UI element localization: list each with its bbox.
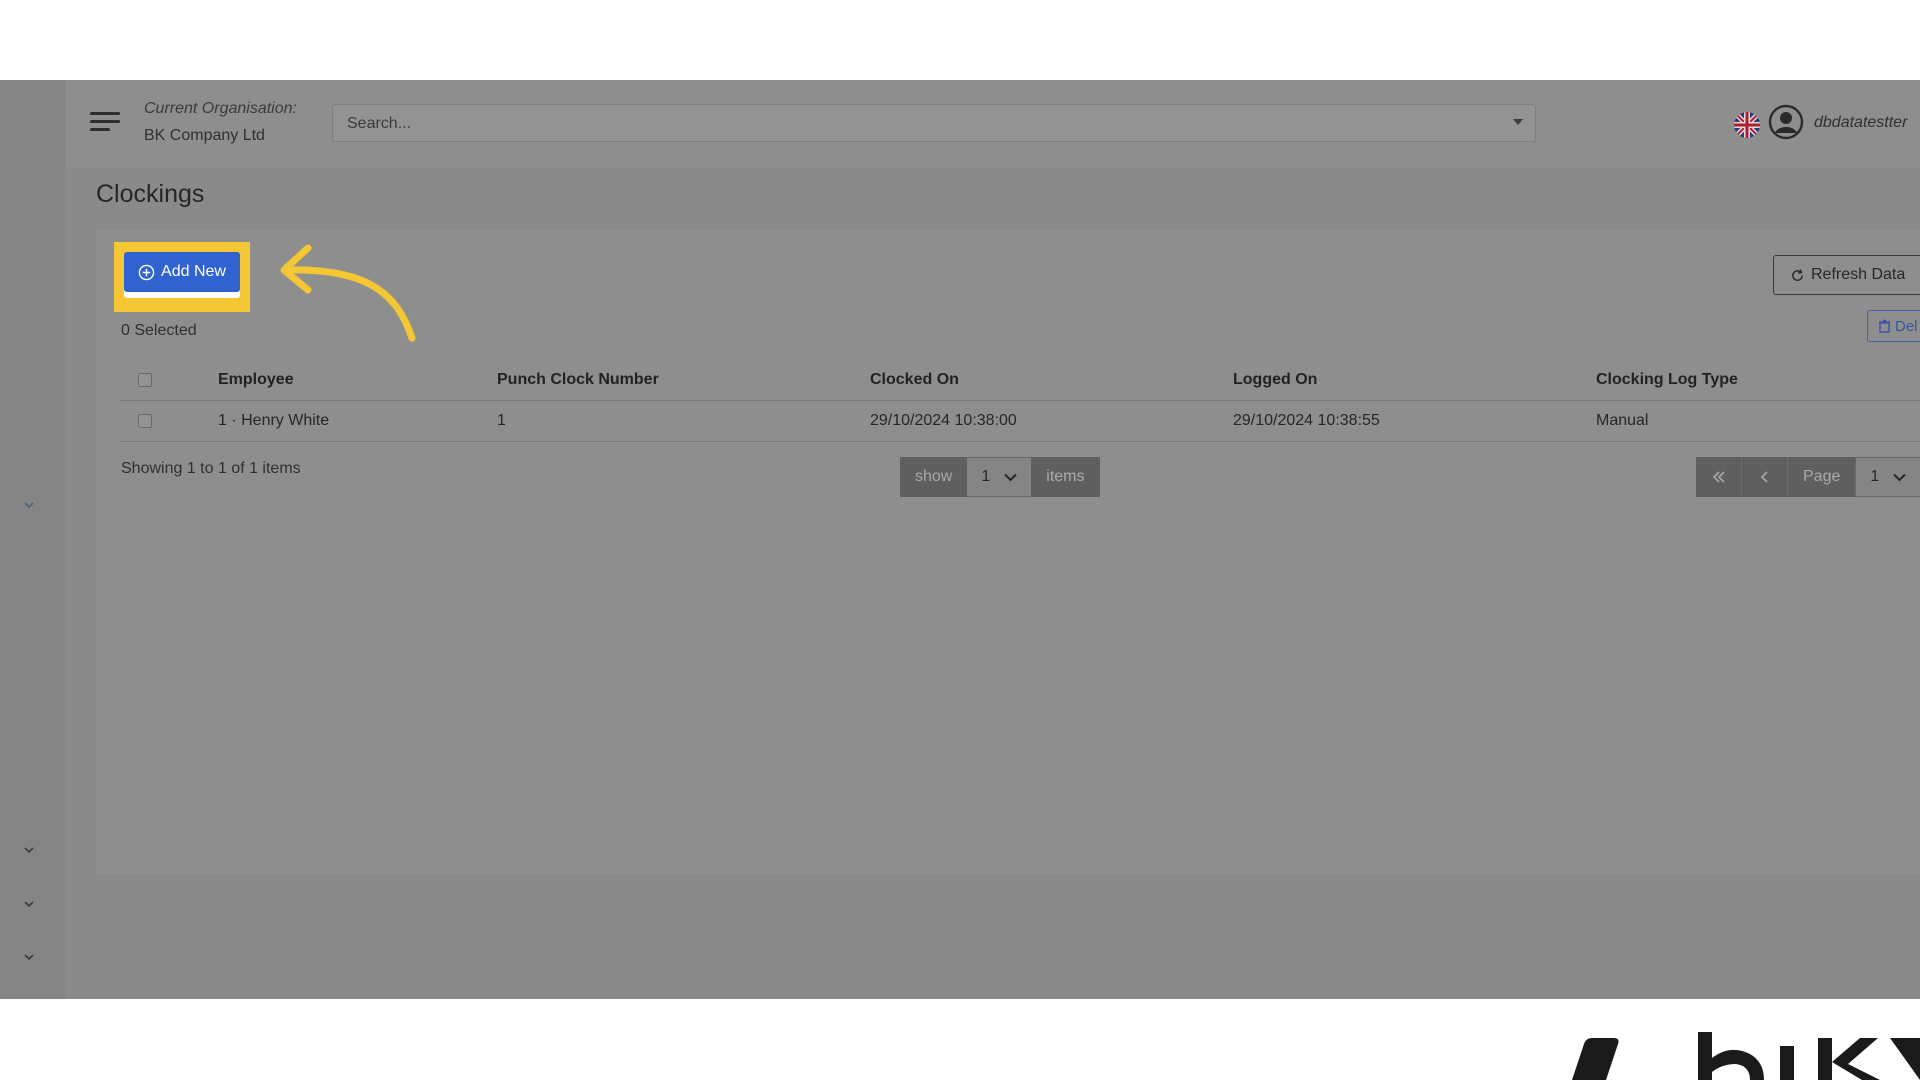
page-size-value: 1	[981, 468, 991, 485]
top-bar: Current Organisation: BK Company Ltd dbd	[66, 80, 1920, 168]
clockings-table: Employee Punch Clock Number Clocked On L…	[120, 360, 1920, 442]
add-new-label: Add New	[161, 263, 226, 280]
cell-punch-clock-number: 1	[497, 412, 506, 429]
search-dropdown-caret-icon[interactable]	[1513, 119, 1523, 125]
table-row[interactable]: 1 · Henry White 1 29/10/2024 10:38:00 29…	[120, 401, 1920, 442]
chevron-down-icon	[1004, 473, 1017, 481]
uk-flag-icon[interactable]	[1734, 112, 1760, 138]
column-header-clocked-on[interactable]: Clocked On	[870, 360, 959, 400]
pointer-arrow-icon	[280, 244, 416, 342]
user-circle-icon[interactable]	[1768, 104, 1804, 140]
delete-button[interactable]: Del	[1867, 310, 1920, 342]
table-header-row: Employee Punch Clock Number Clocked On L…	[120, 360, 1920, 401]
org-name[interactable]: BK Company Ltd	[144, 127, 265, 145]
refresh-icon	[1792, 268, 1803, 281]
select-all-checkbox[interactable]	[138, 373, 152, 387]
pagination: Page 1	[1696, 457, 1920, 497]
page-title: Clockings	[96, 180, 205, 208]
search-input[interactable]	[333, 105, 1499, 143]
selected-count: 0 Selected	[121, 322, 197, 339]
add-new-highlight: Add New	[114, 242, 250, 312]
cell-logged-on: 29/10/2024 10:38:55	[1233, 412, 1380, 429]
double-chevron-left-icon	[1712, 471, 1725, 483]
column-header-employee[interactable]: Employee	[218, 360, 294, 400]
items-label: items	[1031, 457, 1100, 497]
sidebar	[0, 80, 66, 999]
current-page-value: 1	[1870, 468, 1880, 485]
page-size-dropdown[interactable]: 1	[967, 457, 1032, 497]
row-checkbox[interactable]	[138, 414, 152, 428]
hamburger-menu-icon[interactable]	[90, 106, 122, 138]
sidebar-expand-chevron-icon[interactable]	[22, 950, 36, 964]
previous-page-button[interactable]	[1742, 457, 1788, 497]
add-new-button[interactable]: Add New	[124, 252, 240, 292]
refresh-data-label: Refresh Data	[1811, 266, 1906, 283]
search-box[interactable]	[332, 104, 1536, 143]
chevron-left-icon	[1760, 471, 1768, 483]
first-page-button[interactable]	[1696, 457, 1742, 497]
sidebar-expand-chevron-icon[interactable]	[22, 843, 36, 857]
chevron-down-icon	[1893, 473, 1906, 481]
clockings-panel: Add New 0 Selected Refresh Data Del Empl…	[96, 230, 1920, 874]
plus-circle-icon	[138, 264, 155, 280]
column-header-clocking-log-type[interactable]: Clocking Log Type	[1596, 360, 1738, 400]
page-label: Page	[1788, 457, 1856, 497]
delete-label: Del	[1895, 317, 1918, 335]
username[interactable]: dbdatatestter	[1814, 114, 1907, 132]
app-screen: Current Organisation: BK Company Ltd dbd	[0, 80, 1920, 999]
cell-clocked-on: 29/10/2024 10:38:00	[870, 412, 1017, 429]
trash-icon	[1879, 319, 1890, 333]
show-label: show	[900, 457, 968, 497]
brand-logo-icon	[1572, 1032, 1920, 1080]
sidebar-expand-chevron-icon[interactable]	[22, 897, 36, 911]
page-size-selector: show 1 items	[900, 457, 1100, 497]
cell-clocking-log-type: Manual	[1596, 412, 1649, 429]
cell-employee: 1 · Henry White	[218, 412, 330, 429]
sidebar-expand-chevron-icon[interactable]	[22, 498, 36, 512]
refresh-data-button[interactable]: Refresh Data	[1773, 255, 1920, 295]
column-header-punch-clock-number[interactable]: Punch Clock Number	[497, 360, 659, 400]
org-label: Current Organisation:	[144, 100, 297, 117]
column-header-logged-on[interactable]: Logged On	[1233, 360, 1317, 400]
showing-count-text: Showing 1 to 1 of 1 items	[121, 460, 301, 477]
page-number-dropdown[interactable]: 1	[1855, 457, 1920, 497]
